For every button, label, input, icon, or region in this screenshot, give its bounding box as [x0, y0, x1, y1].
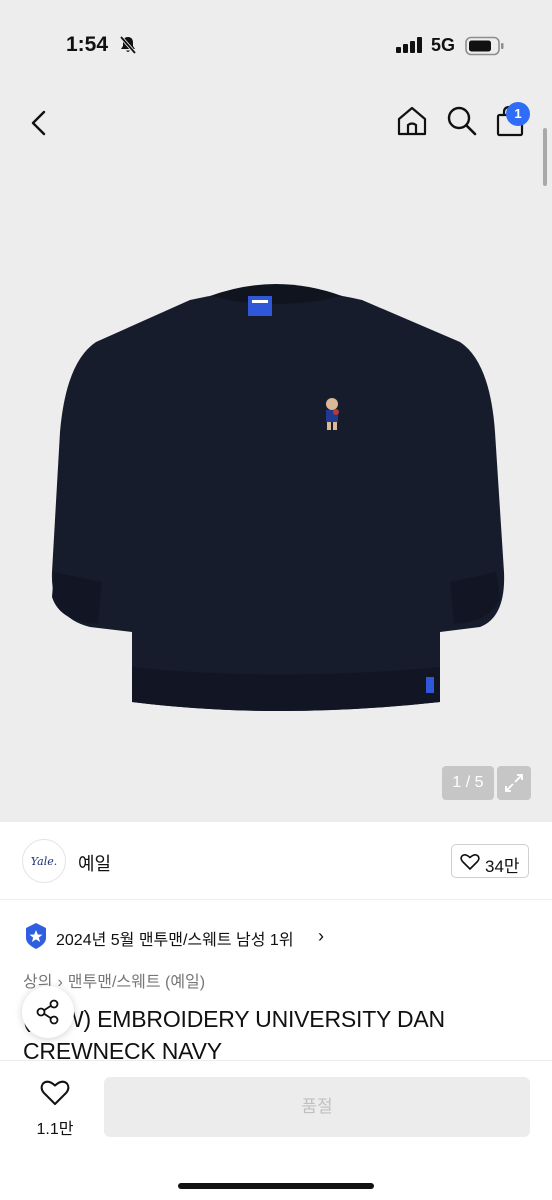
status-time: 1:54: [66, 33, 109, 56]
soldout-button[interactable]: 품절: [104, 1077, 530, 1137]
wishlist-button[interactable]: 1.1만: [22, 1079, 88, 1141]
chevron-left-icon: [31, 110, 46, 136]
expand-button[interactable]: [497, 766, 531, 800]
back-button[interactable]: [22, 106, 56, 145]
brand-like-button[interactable]: 34만: [451, 844, 529, 878]
search-button[interactable]: [445, 104, 479, 143]
product-image: [51, 284, 505, 711]
status-bar: 1:54 5G: [0, 0, 552, 92]
battery-icon: [465, 36, 505, 61]
image-counter: 1 / 5: [442, 766, 494, 800]
ranking-text: 2024년 5월 맨투맨/스웨트 남성 1위: [56, 932, 294, 949]
chevron-right-icon: ›: [318, 926, 324, 946]
scroll-indicator: [543, 128, 547, 186]
bottom-action-bar: 1.1만 품절: [0, 1060, 552, 1200]
brand-like-count: 34만: [485, 857, 520, 876]
home-indicator: [178, 1183, 374, 1189]
brand-row: Yale. 예일 34만: [0, 822, 552, 900]
share-button[interactable]: [22, 986, 74, 1038]
brand-logo[interactable]: Yale.: [22, 839, 66, 883]
bell-slash-icon: [118, 35, 138, 60]
wishlist-count: 1.1만: [36, 1121, 74, 1138]
heart-outline-icon: [40, 1080, 70, 1105]
heart-outline-icon: [460, 854, 480, 870]
product-gallery[interactable]: 1 1 / 5: [0, 92, 552, 822]
product-title: (NEW) EMBROIDERY UNIVERSITY DAN CREWNECK…: [23, 1006, 445, 1064]
home-button[interactable]: [395, 104, 429, 143]
signal-icon: [396, 37, 424, 58]
cart-badge: 1: [506, 102, 530, 126]
brand-name[interactable]: 예일: [78, 850, 111, 876]
network-type: 5G: [431, 35, 456, 55]
expand-icon: [505, 774, 523, 792]
share-icon: [36, 999, 59, 1025]
search-icon: [447, 106, 477, 136]
star-medal-icon: [24, 922, 48, 955]
home-icon: [397, 106, 427, 136]
breadcrumb-item-subcategory[interactable]: 맨투맨/스웨트 (예일): [68, 974, 205, 991]
